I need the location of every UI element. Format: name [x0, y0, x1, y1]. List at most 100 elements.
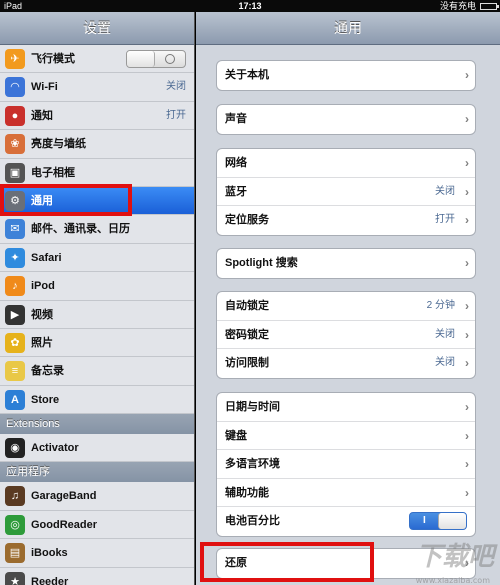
- airplane-icon: ✈: [5, 49, 25, 69]
- row-label: 多语言环境: [225, 458, 280, 470]
- chevron-right-icon: ›: [465, 400, 469, 414]
- eye-icon: ◎: [5, 514, 25, 535]
- sidebar-item-safari[interactable]: ✦ Safari: [0, 243, 194, 273]
- row-label: 访问限制: [225, 357, 269, 369]
- row-label: 定位服务: [225, 214, 269, 226]
- chevron-right-icon: ›: [465, 213, 469, 227]
- row-value: 关闭: [435, 357, 455, 368]
- sidebar-item-mail[interactable]: ✉ 邮件、通讯录、日历: [0, 215, 194, 244]
- group-sounds: 声音 ›: [216, 104, 476, 135]
- row-passcode-lock[interactable]: 密码锁定 关闭 ›: [217, 321, 475, 349]
- chevron-right-icon: ›: [465, 112, 469, 126]
- row-about[interactable]: 关于本机 ›: [217, 61, 475, 90]
- gear-icon: ⚙: [5, 190, 25, 211]
- notification-icon: ●: [5, 105, 25, 126]
- watermark-url: www.xiazaiba.com: [415, 576, 490, 585]
- sidebar-item-label: Activator: [31, 442, 79, 455]
- sidebar-item-label: Wi-Fi: [31, 81, 58, 94]
- sidebar-item-airplane-mode[interactable]: ✈ 飞行模式: [0, 45, 194, 74]
- sidebar-item-label: 通用: [31, 194, 53, 207]
- picture-frame-icon: ▣: [5, 162, 25, 183]
- row-restrictions[interactable]: 访问限制 关闭 ›: [217, 349, 475, 378]
- chevron-right-icon: ›: [465, 299, 469, 313]
- row-value: 关闭: [435, 185, 455, 197]
- store-icon: A: [5, 389, 25, 410]
- row-value: 打开: [435, 214, 455, 225]
- chevron-right-icon: ›: [465, 156, 469, 170]
- sidebar-item-store[interactable]: A Store: [0, 385, 194, 415]
- row-keyboard[interactable]: 键盘 ›: [217, 422, 475, 450]
- sidebar-item-photos[interactable]: ✿ 照片: [0, 328, 194, 358]
- photos-icon: ✿: [5, 332, 25, 353]
- row-label: 电池百分比: [225, 515, 280, 527]
- row-accessibility[interactable]: 辅助功能 ›: [217, 479, 475, 507]
- sidebar-item-notifications[interactable]: ● 通知 打开: [0, 101, 194, 131]
- chevron-right-icon: ›: [465, 256, 469, 270]
- sidebar-item-ipod[interactable]: ♪ iPod: [0, 272, 194, 301]
- apps-section-header: 应用程序: [0, 462, 194, 483]
- row-auto-lock[interactable]: 自动锁定 2 分钟 ›: [217, 292, 475, 321]
- row-label: 辅助功能: [225, 486, 269, 499]
- row-network[interactable]: 网络 ›: [217, 149, 475, 178]
- sidebar-item-label: 电子相框: [31, 166, 75, 179]
- charge-status: 没有充电: [439, 1, 476, 11]
- sidebar-item-value: 关闭: [166, 81, 186, 93]
- row-label: 键盘: [225, 429, 247, 442]
- status-bar: iPad 17:13 没有充电: [0, 0, 500, 12]
- sidebar-item-activator[interactable]: ◉ Activator: [0, 434, 194, 463]
- sidebar-item-video[interactable]: ▶ 视频: [0, 300, 194, 329]
- group-datetime: 日期与时间 › 键盘 › 多语言环境 › 辅助功能 › 电池百分比 I: [216, 392, 476, 537]
- sidebar-item-brightness[interactable]: ❀ 亮度与墙纸: [0, 130, 194, 159]
- row-label: 密码锁定: [225, 328, 269, 341]
- sidebar-item-notes[interactable]: ≡ 备忘录: [0, 357, 194, 386]
- row-label: Spotlight 搜索: [225, 257, 298, 269]
- pane-title: 通用: [196, 12, 500, 45]
- row-spotlight[interactable]: Spotlight 搜索 ›: [217, 249, 475, 278]
- safari-icon: ✦: [5, 247, 25, 268]
- row-label: 关于本机: [225, 69, 269, 81]
- ipod-icon: ♪: [5, 276, 25, 297]
- row-international[interactable]: 多语言环境 ›: [217, 450, 475, 479]
- general-settings-pane: 通用 关于本机 › 声音 › 网络 › 蓝牙 关闭 › 定位服务 打开 › Sp…: [196, 12, 500, 585]
- settings-sidebar: 设置 ✈ 飞行模式 ◠ Wi-Fi 关闭 ● 通知 打开 ❀ 亮度与墙纸 ▣ 电…: [0, 12, 195, 585]
- notes-icon: ≡: [5, 361, 25, 382]
- sidebar-item-value: 打开: [166, 109, 186, 121]
- mail-icon: ✉: [5, 219, 25, 240]
- extensions-section-header: Extensions: [0, 414, 194, 435]
- group-spotlight: Spotlight 搜索 ›: [216, 248, 476, 279]
- sidebar-item-label: 视频: [31, 308, 53, 321]
- reeder-icon: ★: [5, 571, 25, 585]
- watermark-logo: 下载吧: [415, 542, 494, 572]
- row-label: 日期与时间: [225, 401, 280, 413]
- book-icon: ▤: [5, 543, 25, 564]
- row-battery-percentage: 电池百分比 I: [217, 507, 475, 536]
- battery-percentage-toggle[interactable]: I: [409, 512, 467, 530]
- row-label: 网络: [225, 157, 247, 169]
- sidebar-item-wifi[interactable]: ◠ Wi-Fi 关闭: [0, 73, 194, 102]
- chevron-right-icon: ›: [465, 184, 469, 199]
- sidebar-item-picture-frame[interactable]: ▣ 电子相框: [0, 158, 194, 187]
- sidebar-item-label: iBooks: [31, 547, 68, 560]
- row-value: 2 分钟: [426, 300, 455, 311]
- activator-icon: ◉: [5, 438, 25, 459]
- sidebar-item-garageband[interactable]: ♫ GarageBand: [0, 482, 194, 511]
- row-location-services[interactable]: 定位服务 打开 ›: [217, 206, 475, 235]
- sidebar-title: 设置: [0, 12, 194, 45]
- sidebar-item-label: 备忘录: [31, 365, 64, 378]
- sidebar-item-ibooks[interactable]: ▤ iBooks: [0, 539, 194, 568]
- row-label: 自动锁定: [225, 300, 269, 312]
- sidebar-item-general[interactable]: ⚙ 通用: [0, 186, 194, 216]
- wifi-icon: ◠: [5, 77, 25, 98]
- row-label: 蓝牙: [225, 185, 247, 198]
- sidebar-item-label: iPod: [31, 280, 55, 293]
- sidebar-item-label: Reeder: [31, 575, 69, 585]
- row-date-time[interactable]: 日期与时间 ›: [217, 393, 475, 422]
- sidebar-item-reeder[interactable]: ★ Reeder: [0, 567, 194, 585]
- row-bluetooth[interactable]: 蓝牙 关闭 ›: [217, 178, 475, 206]
- sidebar-item-goodreader[interactable]: ◎ GoodReader: [0, 510, 194, 540]
- toggle-on-label: I: [423, 515, 426, 526]
- airplane-mode-toggle[interactable]: [126, 50, 186, 68]
- sidebar-item-label: Safari: [31, 251, 62, 264]
- chevron-right-icon: ›: [465, 356, 469, 370]
- row-sounds[interactable]: 声音 ›: [217, 105, 475, 134]
